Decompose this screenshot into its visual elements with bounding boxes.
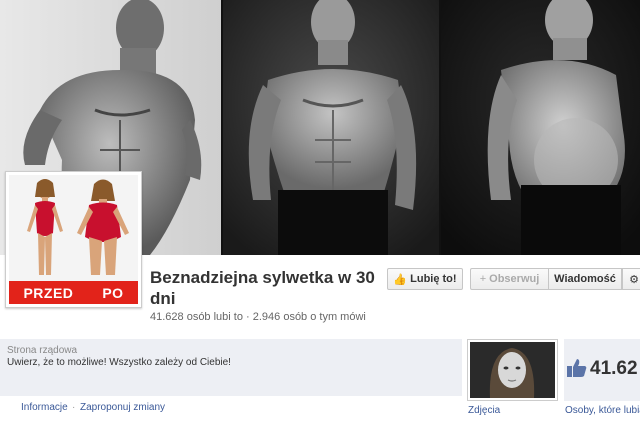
overweight-man-photo bbox=[441, 0, 640, 255]
message-button[interactable]: Wiadomość bbox=[548, 268, 622, 290]
tab-separator: · bbox=[72, 402, 76, 413]
likes-count: 41.62 bbox=[590, 358, 638, 379]
gear-icon: ⚙ bbox=[629, 273, 639, 286]
banner-before-label: PRZED bbox=[23, 284, 74, 301]
cover-panel-fit bbox=[223, 0, 439, 255]
page-description: Uwierz, że to możliwe! Wszystko zależy o… bbox=[7, 357, 231, 368]
like-button[interactable]: 👍 Lubię to! bbox=[387, 268, 463, 290]
profile-picture-image: PRZED PO bbox=[9, 175, 138, 304]
thumbs-up-icon: 👍 bbox=[393, 273, 408, 286]
fit-man-photo bbox=[223, 0, 439, 255]
likes-box[interactable]: 41.62 bbox=[564, 339, 640, 401]
thumbs-up-icon bbox=[567, 359, 587, 377]
message-button-label: Wiadomość bbox=[554, 273, 616, 285]
photos-thumbnail[interactable] bbox=[467, 339, 558, 401]
follow-button-label: Obserwuj bbox=[489, 273, 540, 285]
cover-panel-overweight bbox=[441, 0, 640, 255]
settings-button[interactable]: ⚙ bbox=[622, 268, 640, 290]
follow-button[interactable]: + Obserwuj bbox=[470, 268, 548, 290]
plus-icon: + bbox=[479, 273, 487, 285]
likes-link[interactable]: Osoby, które lubią bbox=[565, 405, 640, 416]
page-category[interactable]: Strona rządowa bbox=[7, 345, 77, 356]
woman-portrait-photo bbox=[470, 342, 555, 398]
page-title[interactable]: Beznadziejna sylwetka w 30 dni bbox=[150, 267, 380, 309]
photos-link[interactable]: Zdjęcia bbox=[468, 405, 500, 416]
like-button-label: Lubię to! bbox=[410, 273, 457, 285]
tab-info[interactable]: Informacje bbox=[21, 402, 68, 413]
tab-suggest-edits[interactable]: Zaproponuj zmiany bbox=[80, 402, 165, 413]
before-after-women-image bbox=[9, 175, 138, 281]
before-after-banner: PRZED PO bbox=[9, 281, 138, 304]
profile-picture[interactable]: PRZED PO bbox=[5, 171, 142, 308]
banner-after-label: PO bbox=[102, 284, 124, 301]
page-stats: 41.628 osób lubi to · 2.946 osób o tym m… bbox=[150, 311, 366, 323]
